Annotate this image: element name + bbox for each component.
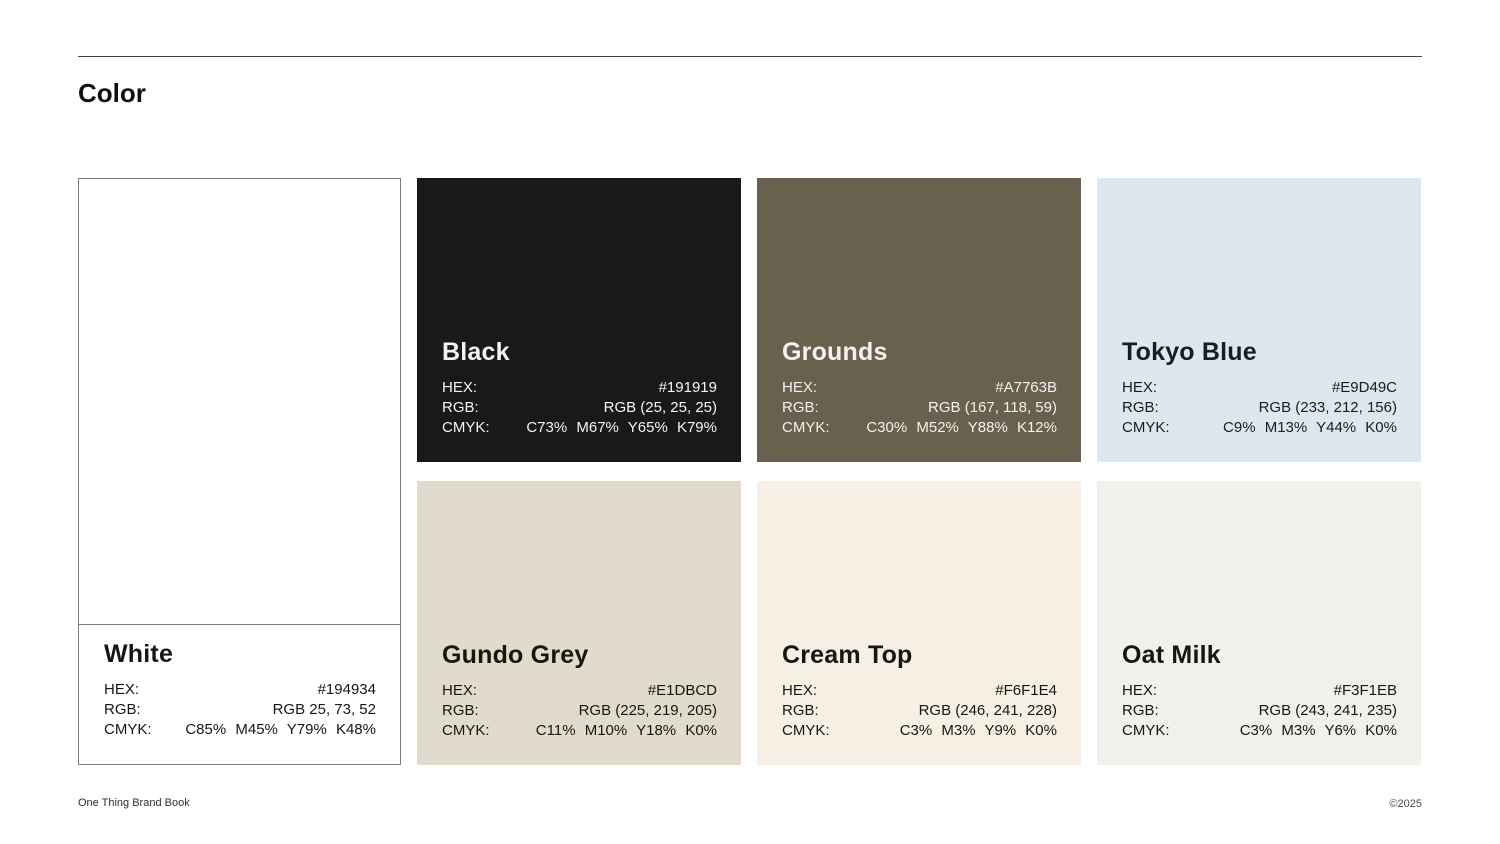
spec-label-hex: HEX: [442,682,478,699]
spec-value-cmyk: C73% M67% Y65% K79% [526,419,717,436]
spec-value-hex: #F3F1EB [1333,682,1397,699]
spec-label-rgb: RGB: [1122,702,1159,719]
swatch-name: Cream Top [782,641,913,669]
swatch-name: Black [442,338,510,366]
spec-value-rgb: RGB (246, 241, 228) [918,702,1057,719]
spec-row-hex: HEX: #194934 [104,680,376,700]
spec-label-rgb: RGB: [782,702,819,719]
swatch-card-oat-milk: Oat Milk HEX: #F3F1EB RGB: RGB (243, 241… [1097,481,1421,765]
spec-row-cmyk: CMYK: C73% M67% Y65% K79% [442,418,717,438]
spec-row-rgb: RGB: RGB (167, 118, 59) [782,398,1057,418]
swatch-card-gundo-grey: Gundo Grey HEX: #E1DBCD RGB: RGB (225, 2… [417,481,741,765]
spec-row-hex: HEX: #191919 [442,378,717,398]
spec-row-rgb: RGB: RGB (233, 212, 156) [1122,398,1397,418]
swatch-name: Oat Milk [1122,641,1221,669]
spec-label-rgb: RGB: [104,701,141,718]
grid-column-4: Tokyo Blue HEX: #E9D49C RGB: RGB (233, 2… [1097,178,1421,765]
spec-row-cmyk: CMYK: C11% M10% Y18% K0% [442,721,717,741]
spec-value-cmyk: C3% M3% Y6% K0% [1239,722,1397,739]
spec-value-cmyk: C11% M10% Y18% K0% [535,722,717,739]
swatch-card-black: Black HEX: #191919 RGB: RGB (25, 25, 25)… [417,178,741,462]
spec-value-hex: #194934 [317,681,376,698]
spec-label-rgb: RGB: [782,399,819,416]
spec-row-cmyk: CMYK: C30% M52% Y88% K12% [782,418,1057,438]
swatch-card-tokyo-blue: Tokyo Blue HEX: #E9D49C RGB: RGB (233, 2… [1097,178,1421,462]
spec-value-cmyk: C9% M13% Y44% K0% [1223,419,1397,436]
spec-row-rgb: RGB: RGB (243, 241, 235) [1122,701,1397,721]
spec-row-rgb: RGB: RGB 25, 73, 52 [104,700,376,720]
spec-value-rgb: RGB (225, 219, 205) [578,702,717,719]
grid-column-3: Grounds HEX: #A7763B RGB: RGB (167, 118,… [757,178,1081,765]
spec-label-hex: HEX: [442,379,478,396]
page-title: Color [78,78,146,108]
spec-label-cmyk: CMYK: [442,419,490,436]
spec-row-rgb: RGB: RGB (246, 241, 228) [782,701,1057,721]
spec-value-rgb: RGB 25, 73, 52 [272,701,376,718]
spec-row-hex: HEX: #A7763B [782,378,1057,398]
spec-value-rgb: RGB (25, 25, 25) [603,399,717,416]
spec-value-rgb: RGB (167, 118, 59) [928,399,1057,416]
spec-label-rgb: RGB: [1122,399,1159,416]
swatch-name: White [104,640,174,668]
spec-label-hex: HEX: [782,379,818,396]
footer-copyright: ©2025 [1389,798,1422,810]
spec-value-hex: #E1DBCD [647,682,717,699]
swatch-fill-white [79,179,400,625]
color-swatch-grid: White HEX: #194934 RGB: RGB 25, 73, 52 C… [78,178,1422,765]
swatch-card-cream-top: Cream Top HEX: #F6F1E4 RGB: RGB (246, 24… [757,481,1081,765]
spec-value-cmyk: C30% M52% Y88% K12% [866,419,1057,436]
spec-label-hex: HEX: [104,681,140,698]
swatch-card-white: White HEX: #194934 RGB: RGB 25, 73, 52 C… [78,178,401,765]
spec-value-rgb: RGB (233, 212, 156) [1258,399,1397,416]
spec-row-cmyk: CMYK: C85% M45% Y79% K48% [104,720,376,740]
spec-label-hex: HEX: [1122,682,1158,699]
grid-column-2: Black HEX: #191919 RGB: RGB (25, 25, 25)… [417,178,741,765]
footer-brand-label: One Thing Brand Book [78,797,190,809]
spec-label-cmyk: CMYK: [104,721,152,738]
spec-row-hex: HEX: #E9D49C [1122,378,1397,398]
spec-value-cmyk: C85% M45% Y79% K48% [185,721,376,738]
spec-row-cmyk: CMYK: C9% M13% Y44% K0% [1122,418,1397,438]
swatch-info-white: White HEX: #194934 RGB: RGB 25, 73, 52 C… [79,625,400,764]
spec-label-hex: HEX: [782,682,818,699]
header-divider [78,56,1422,57]
spec-label-rgb: RGB: [442,702,479,719]
spec-value-hex: #A7763B [995,379,1057,396]
spec-value-hex: #F6F1E4 [995,682,1057,699]
spec-label-hex: HEX: [1122,379,1158,396]
spec-label-rgb: RGB: [442,399,479,416]
spec-row-rgb: RGB: RGB (25, 25, 25) [442,398,717,418]
spec-row-cmyk: CMYK: C3% M3% Y9% K0% [782,721,1057,741]
spec-value-cmyk: C3% M3% Y9% K0% [899,722,1057,739]
spec-row-cmyk: CMYK: C3% M3% Y6% K0% [1122,721,1397,741]
spec-row-hex: HEX: #F3F1EB [1122,681,1397,701]
spec-label-cmyk: CMYK: [782,419,830,436]
spec-row-hex: HEX: #F6F1E4 [782,681,1057,701]
spec-label-cmyk: CMYK: [1122,419,1170,436]
swatch-name: Gundo Grey [442,641,589,669]
swatch-name: Grounds [782,338,888,366]
spec-label-cmyk: CMYK: [442,722,490,739]
spec-value-rgb: RGB (243, 241, 235) [1258,702,1397,719]
spec-row-hex: HEX: #E1DBCD [442,681,717,701]
swatch-card-grounds: Grounds HEX: #A7763B RGB: RGB (167, 118,… [757,178,1081,462]
grid-column-1: White HEX: #194934 RGB: RGB 25, 73, 52 C… [78,178,401,765]
spec-row-rgb: RGB: RGB (225, 219, 205) [442,701,717,721]
spec-label-cmyk: CMYK: [1122,722,1170,739]
swatch-name: Tokyo Blue [1122,338,1257,366]
spec-value-hex: #191919 [658,379,717,396]
spec-label-cmyk: CMYK: [782,722,830,739]
spec-value-hex: #E9D49C [1331,379,1397,396]
